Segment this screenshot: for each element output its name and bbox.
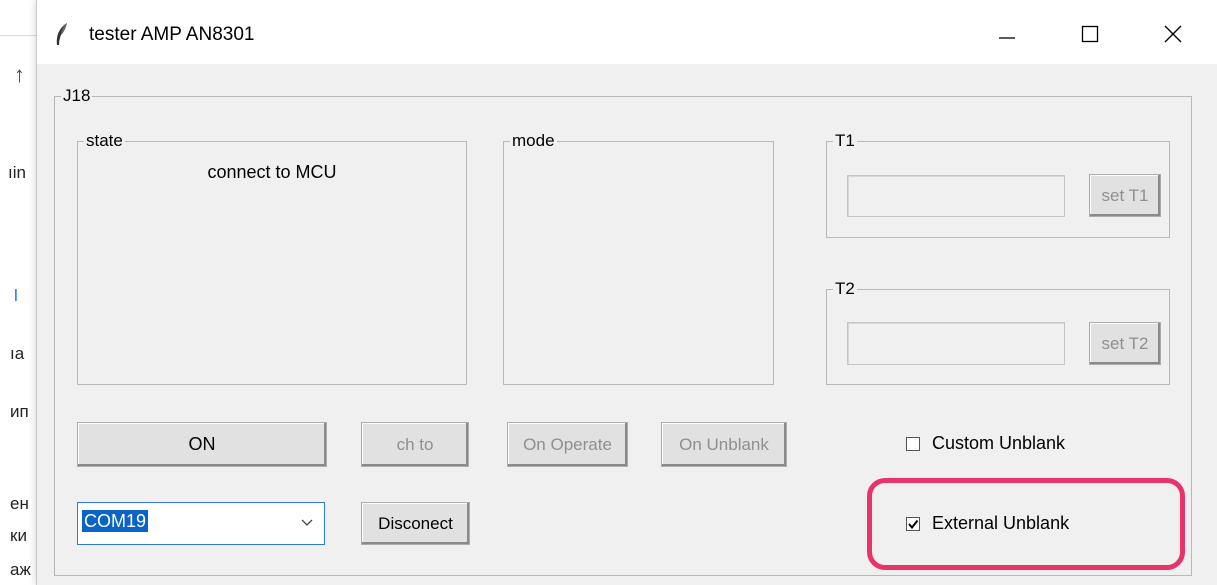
tester-window: tester AMP AN8301 J18 state connect to M… — [36, 0, 1217, 585]
on-operate-button[interactable]: On Operate — [507, 422, 628, 467]
close-button[interactable] — [1143, 14, 1203, 58]
t2-input[interactable] — [847, 322, 1065, 365]
feather-icon — [55, 22, 69, 51]
set-t1-button[interactable]: set T1 — [1089, 174, 1161, 217]
j18-group-label: J18 — [61, 85, 93, 107]
highlight-annotation — [867, 478, 1185, 570]
close-icon — [1163, 24, 1183, 49]
disconnect-button[interactable]: Disconect — [361, 502, 470, 545]
background-link: l — [14, 286, 18, 305]
minimize-button[interactable] — [977, 14, 1037, 58]
window-title: tester AMP AN8301 — [89, 24, 255, 45]
mode-group-label: mode — [510, 130, 557, 152]
state-group: state connect to MCU — [77, 130, 467, 385]
port-select-value: COM19 — [82, 510, 149, 532]
background-text: ип — [10, 402, 29, 421]
background-text: аж — [10, 560, 31, 579]
background-text: ен — [10, 494, 29, 513]
custom-unblank-label: Custom Unblank — [932, 433, 1066, 453]
on-button[interactable]: ON — [77, 422, 327, 467]
t1-input[interactable] — [847, 175, 1065, 217]
ch-to-button[interactable]: ch to — [361, 422, 469, 467]
custom-unblank-checkbox[interactable]: Custom Unblank — [906, 433, 1065, 454]
chevron-down-icon[interactable] — [300, 515, 314, 534]
up-arrow-icon: ↑ — [14, 62, 25, 87]
on-unblank-button[interactable]: On Unblank — [661, 422, 787, 467]
mode-group: mode — [503, 130, 774, 385]
t1-group-label: T1 — [833, 130, 857, 152]
port-select[interactable]: COM19 — [77, 502, 325, 545]
title-bar[interactable]: tester AMP AN8301 — [37, 0, 1217, 64]
minimize-icon — [997, 24, 1017, 49]
background-text: ıin — [8, 163, 26, 182]
background-divider — [0, 35, 36, 36]
set-t2-button[interactable]: set T2 — [1089, 322, 1161, 365]
state-group-label: state — [84, 130, 125, 152]
background-text: ıа — [10, 344, 25, 363]
state-text: connect to MCU — [207, 162, 337, 182]
background-text: ки — [10, 526, 27, 545]
t2-group-label: T2 — [833, 278, 857, 300]
custom-unblank-box[interactable] — [906, 436, 920, 451]
maximize-button[interactable] — [1060, 14, 1120, 58]
maximize-icon — [1080, 24, 1100, 49]
